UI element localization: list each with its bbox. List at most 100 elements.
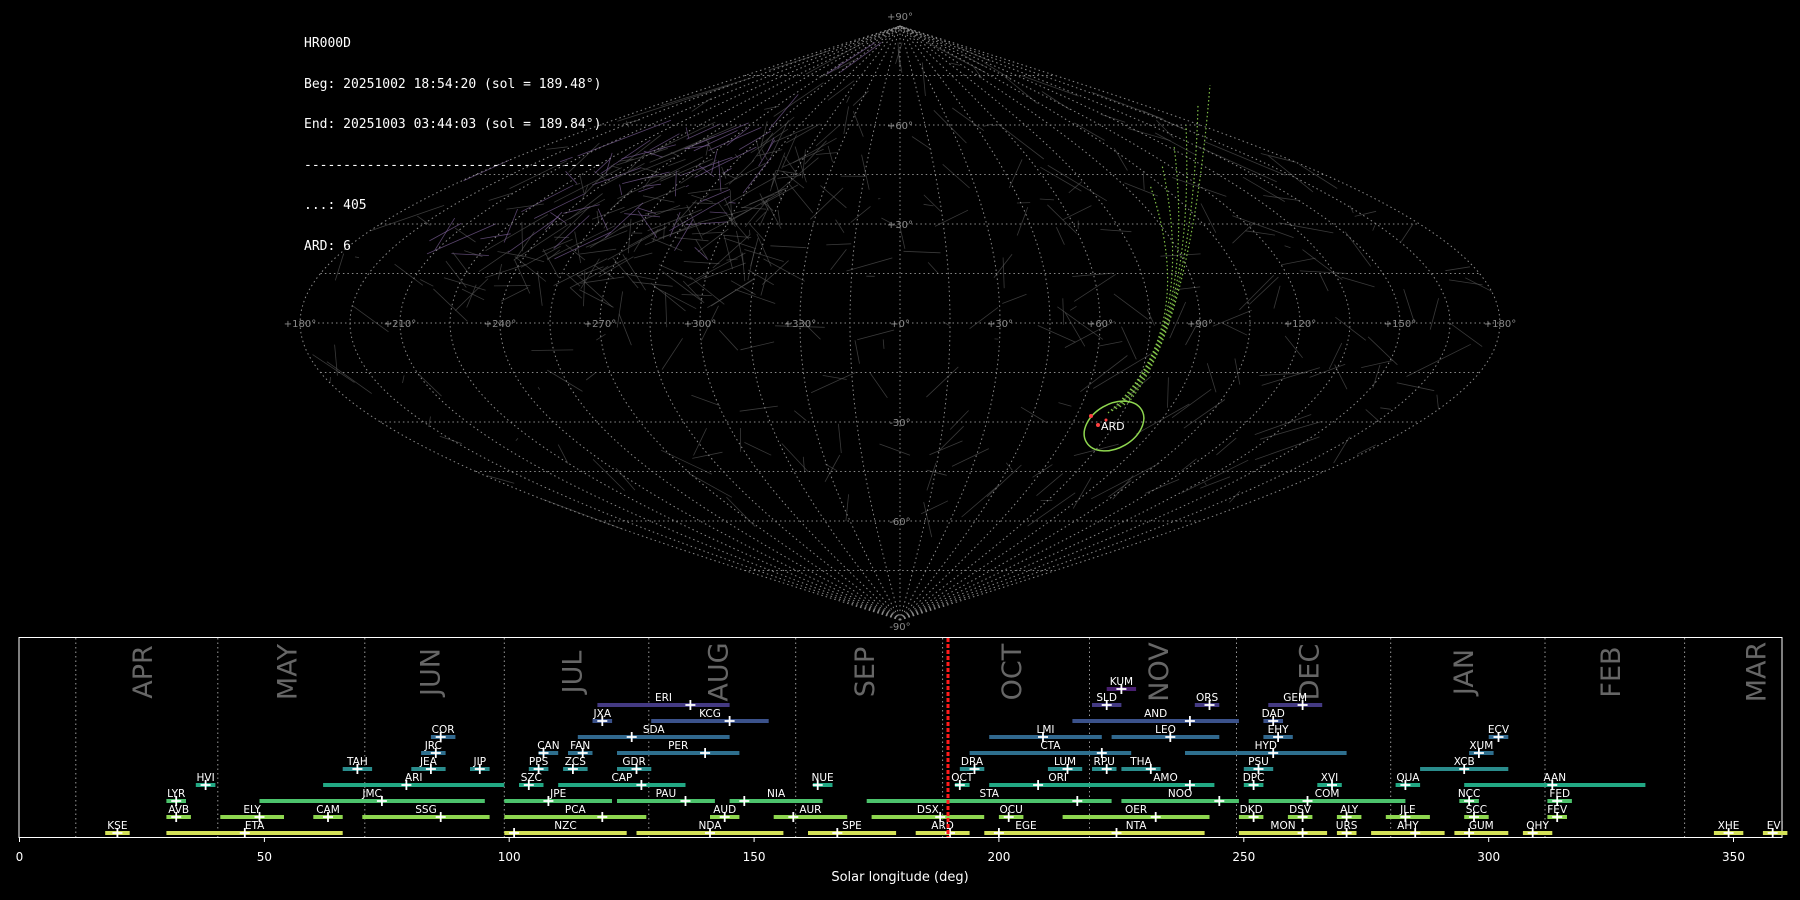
meteor-trail (1142, 171, 1145, 190)
lon-tick-label: +270° (584, 319, 616, 330)
meteor-trail (1234, 358, 1241, 385)
month-label: MAY (272, 643, 303, 700)
shower-code: DSX (917, 804, 939, 816)
month-label: AUG (703, 642, 734, 701)
meteor-trail (926, 366, 959, 398)
shower-code: THA (1129, 756, 1152, 768)
meteor-trail (580, 276, 625, 284)
meteor-trail (761, 260, 789, 285)
meteor-trail (1145, 479, 1180, 494)
meteor-trail (1232, 221, 1255, 244)
meteor-trail (604, 202, 644, 238)
meteor-trail (1334, 364, 1348, 390)
shower-code: NZC (554, 820, 576, 832)
meteor-trail (443, 277, 486, 291)
meteor-trail (619, 184, 623, 196)
meteor-trail (787, 181, 814, 213)
shower-code: KCG (699, 708, 721, 720)
meteor-trail (622, 272, 656, 281)
meteor-trail (1181, 458, 1197, 472)
meteor-trail (857, 329, 895, 341)
meteor-trail (691, 97, 712, 112)
lon-tick-label: +30° (987, 319, 1013, 330)
meteor-trail (846, 257, 893, 272)
shower-code: AMO (1153, 772, 1178, 784)
meteor-trail (998, 123, 1045, 160)
shower-code: TAH (346, 756, 368, 768)
shower-code: GUM (1469, 820, 1494, 832)
shower-code: NDA (699, 820, 723, 832)
meteor-trail (1047, 204, 1077, 234)
lon-tick-label: +0° (890, 319, 910, 330)
x-tick-label: 250 (1232, 850, 1255, 864)
lon-tick-label: +180° (1484, 319, 1516, 330)
meteor-trail (824, 454, 841, 482)
meteor-trail (596, 333, 606, 341)
meteor-trail (704, 193, 709, 198)
meteor-trail (741, 252, 746, 282)
meteor-trail (1032, 464, 1053, 478)
meteor-trail (749, 229, 751, 236)
timeline-panel: APR MAY JUN JUL AUG SEP OCT NOV DEC JAN FEB MAR KSE… (16, 637, 1788, 885)
meteor-trail (486, 475, 515, 484)
shower-code: SPE (842, 820, 862, 832)
meteor-trail (633, 238, 643, 253)
meteor-trail (773, 82, 824, 117)
meteor-trail (1002, 293, 1027, 304)
shower-code: PSU (1248, 756, 1269, 768)
meteor-trail (822, 375, 847, 380)
meteor-trail (764, 105, 780, 110)
meteor-trail (1169, 301, 1187, 339)
shower-code: CAM (316, 804, 340, 816)
shower-code: XVI (1321, 772, 1338, 784)
meteor-trail (879, 443, 911, 456)
meteor-trail (1180, 459, 1249, 494)
meteor-trail (750, 224, 765, 241)
x-axis-label: Solar longitude (deg) (831, 870, 968, 885)
x-tick-label: 150 (743, 850, 766, 864)
meteor-trail (569, 287, 583, 299)
meteor-trail (942, 321, 950, 326)
meteor-trail (951, 448, 989, 467)
meteor-trail (628, 228, 661, 247)
meteor-trail (744, 249, 784, 262)
meteor-trail (557, 444, 569, 464)
lon-tick-label: +210° (384, 319, 416, 330)
meteor-trail (1302, 249, 1343, 280)
month-label: JUL (558, 651, 589, 696)
meteor-trail (843, 106, 849, 134)
meteor-trail (672, 200, 697, 228)
lon-tick-label: +180° (284, 319, 316, 330)
meteor-trail (1039, 198, 1055, 201)
meteor-trail (1058, 402, 1072, 407)
shower-code: OCT (951, 772, 974, 784)
ard-radiant-label: ARD (1101, 420, 1125, 433)
shower-code: NUE (812, 772, 834, 784)
meteor-trail (921, 62, 926, 97)
shower-code: EVI (1767, 820, 1784, 832)
shower-code: XUM (1469, 740, 1493, 752)
meteor-trail (695, 239, 708, 259)
shower-code: PER (668, 740, 688, 752)
meteor-trail (949, 410, 969, 430)
meteor-trail (705, 140, 710, 156)
total-count: ...: 405 (304, 198, 367, 213)
shower-code: PPS (529, 756, 549, 768)
meteor-trail (845, 494, 849, 522)
meteor-trail (773, 124, 814, 143)
lon-tick-label: +60° (1087, 319, 1113, 330)
shower-code: AUD (713, 804, 736, 816)
x-tick-label: 100 (498, 850, 521, 864)
shower-code: HYD (1255, 740, 1277, 752)
meteor-trail (1100, 113, 1126, 123)
meteor-trail (638, 186, 654, 193)
meteor-trail (923, 203, 934, 207)
shower-bars: KSE ETA NZC NDA SPE ARD EGE NTA MON URS AHY GUM OHY X… (105, 676, 1788, 838)
meteor-trail (1200, 203, 1217, 233)
meteor-trail (1400, 223, 1414, 242)
shower-code: DRA (961, 756, 984, 768)
shower-code: OER (1125, 804, 1147, 816)
x-tick-label: 300 (1477, 850, 1500, 864)
meteor-trail (1074, 122, 1105, 141)
lat-tick-label: -90° (889, 622, 910, 633)
